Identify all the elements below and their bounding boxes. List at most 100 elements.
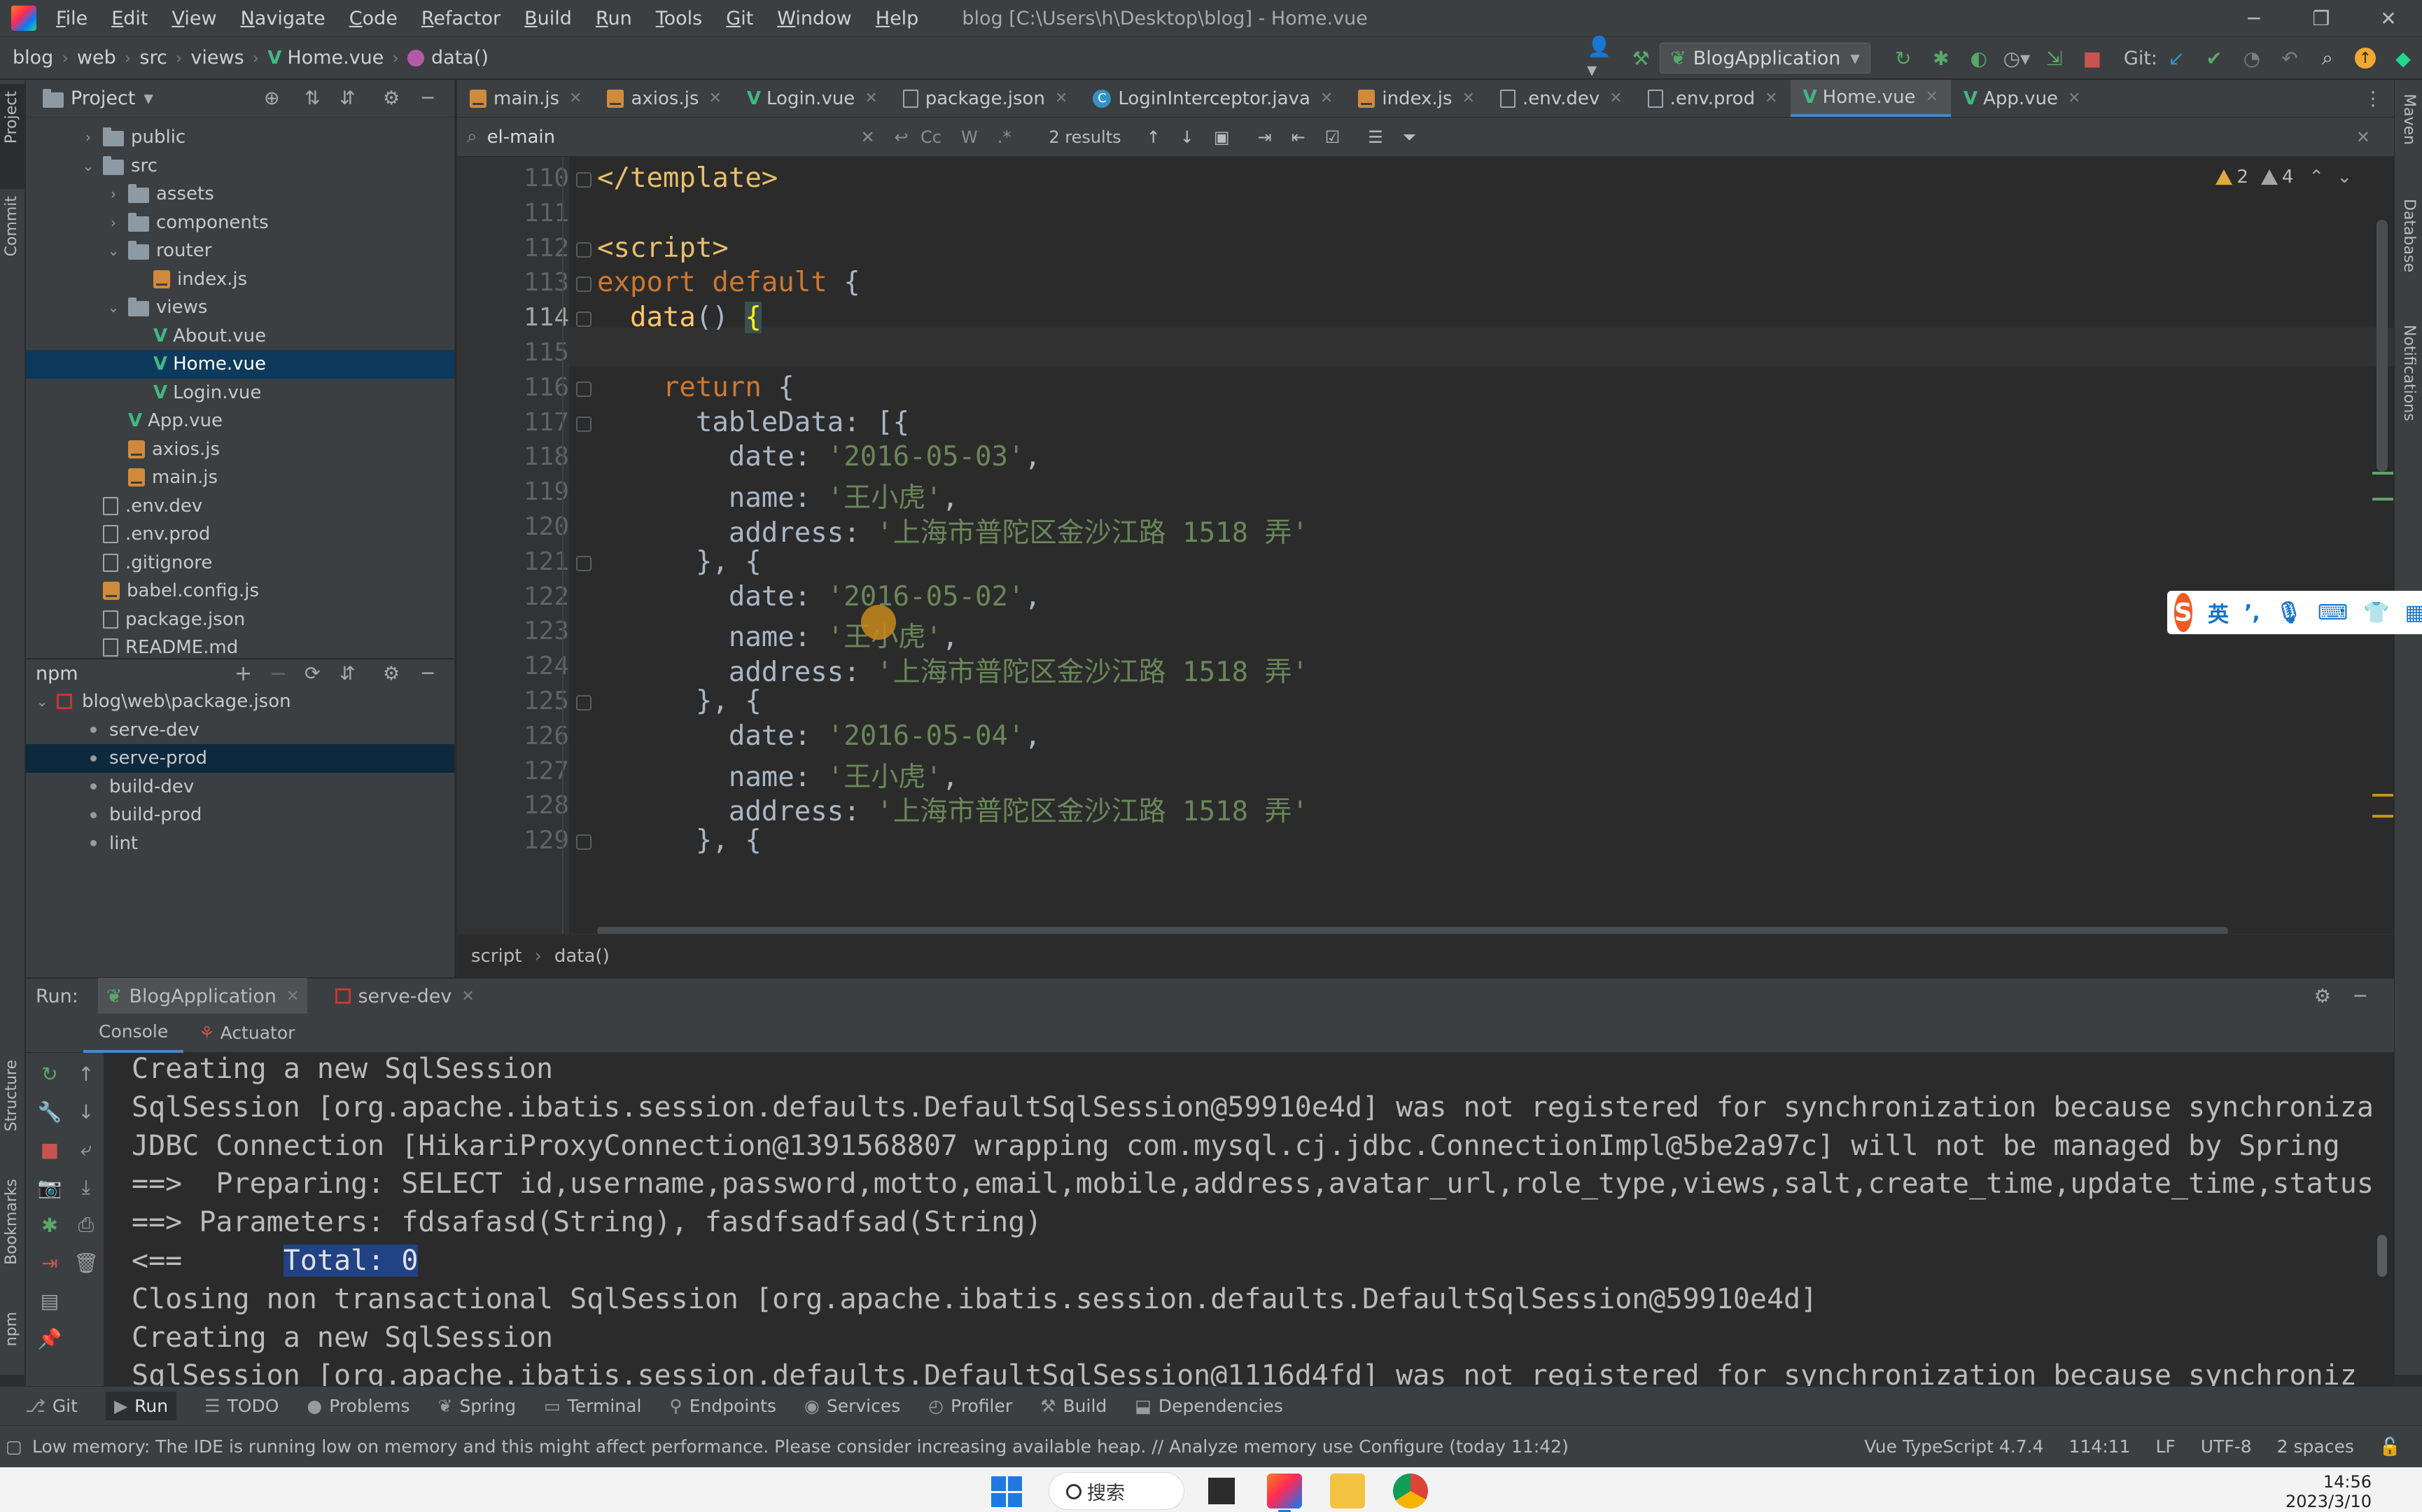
menu-code[interactable]: Code [349,8,398,29]
npm-script-item[interactable]: build-prod [26,801,454,830]
editor-tab[interactable]: index.js ✕ [1345,80,1488,117]
grid-menu-icon[interactable]: ▦ [2405,601,2422,625]
close-tab-icon[interactable]: ✕ [1609,90,1622,107]
restore-icon[interactable]: ❐ [2288,0,2355,36]
git-commit-icon[interactable]: ✔ [2198,42,2230,74]
editor-tab[interactable]: package.json ✕ [890,80,1081,117]
breadcrumb-script[interactable]: script [471,946,522,967]
project-tree-item[interactable]: V About.vue [26,322,454,351]
soft-wrap-icon[interactable]: ⤶ [72,1135,100,1163]
close-tab-icon[interactable]: ✕ [461,988,474,1005]
menu-navigate[interactable]: Navigate [241,8,326,29]
project-tree-item[interactable]: axios.js [26,435,454,464]
fold-marker-icon[interactable] [576,834,592,850]
pin-icon[interactable]: 📌 [36,1324,64,1352]
ime-toolbar[interactable]: S 英 ’, 🎙 ⌨ 👕 ▦ [2167,591,2422,634]
add-icon[interactable]: + [234,662,252,686]
tool-window-profiler[interactable]: ◴ Profiler [928,1396,1012,1416]
menu-view[interactable]: View [172,8,217,29]
close-find-icon[interactable]: ✕ [2356,127,2370,147]
chrome-icon[interactable] [1393,1474,1428,1508]
taskbar-search[interactable]: 搜索 [1049,1472,1184,1510]
lock-icon[interactable]: 🔓 [2379,1436,2401,1457]
fold-marker-icon[interactable] [576,555,592,571]
inspection-widget[interactable]: 2 4 ⌃ ⌄ [2216,167,2352,188]
keyboard-icon[interactable]: ⌨ [2318,601,2348,625]
menu-file[interactable]: File [56,8,88,29]
chevron-right-icon[interactable]: › [104,214,122,231]
indent-setting[interactable]: 2 spaces [2277,1436,2354,1457]
whole-words-toggle[interactable]: W [961,127,978,147]
chevron-down-icon[interactable]: ⌄ [79,158,97,174]
project-tree-item[interactable]: V App.vue [26,407,454,435]
chevron-down-icon[interactable]: ▾ [144,88,153,109]
run-configuration-select[interactable]: ❦ BlogApplication ▾ [1660,43,1870,74]
chevron-right-icon[interactable]: › [104,186,122,202]
collapse-all-icon[interactable]: ⇵ [340,88,356,109]
tool-window-build[interactable]: ⚒ Build [1040,1396,1107,1416]
chevron-down-icon[interactable]: ⌄ [33,693,51,710]
gear-icon[interactable]: ⚙ [2314,986,2331,1007]
tool-window-run[interactable]: ▶ Run [105,1392,177,1420]
close-tab-icon[interactable]: ✕ [1320,90,1333,107]
tool-window-git[interactable]: ⎇ Git [25,1396,78,1416]
tool-npm[interactable]: npm [3,1312,20,1346]
code-editor[interactable]: 110 111 112 113 114 115 116 117 118 119 120 121 122 1… [457,157,2394,934]
match-case-toggle[interactable]: Cc [920,127,941,147]
wrench-icon[interactable]: 🔧 [36,1098,64,1126]
caret-position[interactable]: 114:11 [2068,1436,2130,1457]
new-line-icon[interactable]: ↩ [895,127,909,147]
close-tab-icon[interactable]: ✕ [1462,90,1475,107]
breadcrumb-file[interactable]: Home.vue [287,47,384,69]
chevron-right-icon[interactable]: › [79,129,97,146]
fold-marker-icon[interactable] [576,276,592,293]
menu-refactor[interactable]: Refactor [421,8,500,29]
find-input[interactable]: el-main [487,127,851,148]
update-icon[interactable]: ↑ [2349,42,2381,74]
git-history-icon[interactable]: ◔ [2236,42,2268,74]
close-tab-icon[interactable]: ✕ [864,90,877,107]
project-tree-item[interactable]: .gitignore [26,549,454,578]
breadcrumb-data[interactable]: data() [554,946,610,967]
remove-icon[interactable]: − [270,662,287,686]
menu-window[interactable]: Window [777,8,851,29]
tool-window-todo[interactable]: ☰ TODO [204,1396,279,1416]
more-tabs-icon[interactable]: ⋮ [2363,87,2383,110]
previous-occurrence-icon[interactable]: ↑ [1147,127,1161,147]
editor-tab[interactable]: V App.vue ✕ [1951,80,2093,117]
close-tab-icon[interactable]: ✕ [1055,90,1068,107]
close-tab-icon[interactable]: ✕ [569,90,582,107]
scroll-up-icon[interactable]: ↑ [72,1060,100,1088]
camera-icon[interactable]: 📷 [36,1173,64,1201]
editor-tab[interactable]: .env.dev ✕ [1488,80,1635,117]
scroll-down-icon[interactable]: ↓ [72,1098,100,1126]
tool-commit[interactable]: Commit [3,196,20,256]
breadcrumb-method[interactable]: data() [431,47,489,69]
hammer-build-icon[interactable]: ⚒ [1625,42,1657,74]
project-tree-item[interactable]: V Home.vue [26,350,454,379]
menu-tools[interactable]: Tools [656,8,703,29]
layout-toggle-icon[interactable]: ▢ [6,1436,22,1457]
editor-tab[interactable]: C LoginInterceptor.java ✕ [1080,80,1345,117]
menu-git[interactable]: Git [726,8,753,29]
close-tab-icon[interactable]: ✕ [2068,90,2080,107]
hide-panel-icon[interactable]: ─ [422,88,433,109]
vertical-scrollbar[interactable] [2376,220,2388,472]
run-tab-serve-dev[interactable]: serve-dev ✕ [327,978,482,1014]
rerun-icon[interactable]: ↻ [36,1060,64,1088]
file-explorer-icon[interactable] [1330,1474,1365,1508]
project-tree-item[interactable]: index.js [26,265,454,294]
scroll-to-end-icon[interactable]: ⤓ [72,1173,100,1201]
project-tree-item[interactable]: › public [26,123,454,152]
fold-marker-icon[interactable] [576,241,592,258]
fold-marker-icon[interactable] [576,695,592,710]
close-tab-icon[interactable]: ✕ [1926,88,1938,106]
next-occurrence-icon[interactable]: ↓ [1180,127,1194,147]
actuator-tab[interactable]: ⚘ Actuator [183,1014,310,1053]
hide-panel-icon[interactable]: ─ [422,663,433,685]
npm-script-item[interactable]: serve-prod [26,744,454,773]
git-update-icon[interactable]: ↙ [2160,42,2192,74]
multiline-icon[interactable]: ☰ [1368,127,1383,147]
layout-icon[interactable]: ▤ [36,1287,64,1315]
breadcrumb-src[interactable]: src [139,47,167,69]
